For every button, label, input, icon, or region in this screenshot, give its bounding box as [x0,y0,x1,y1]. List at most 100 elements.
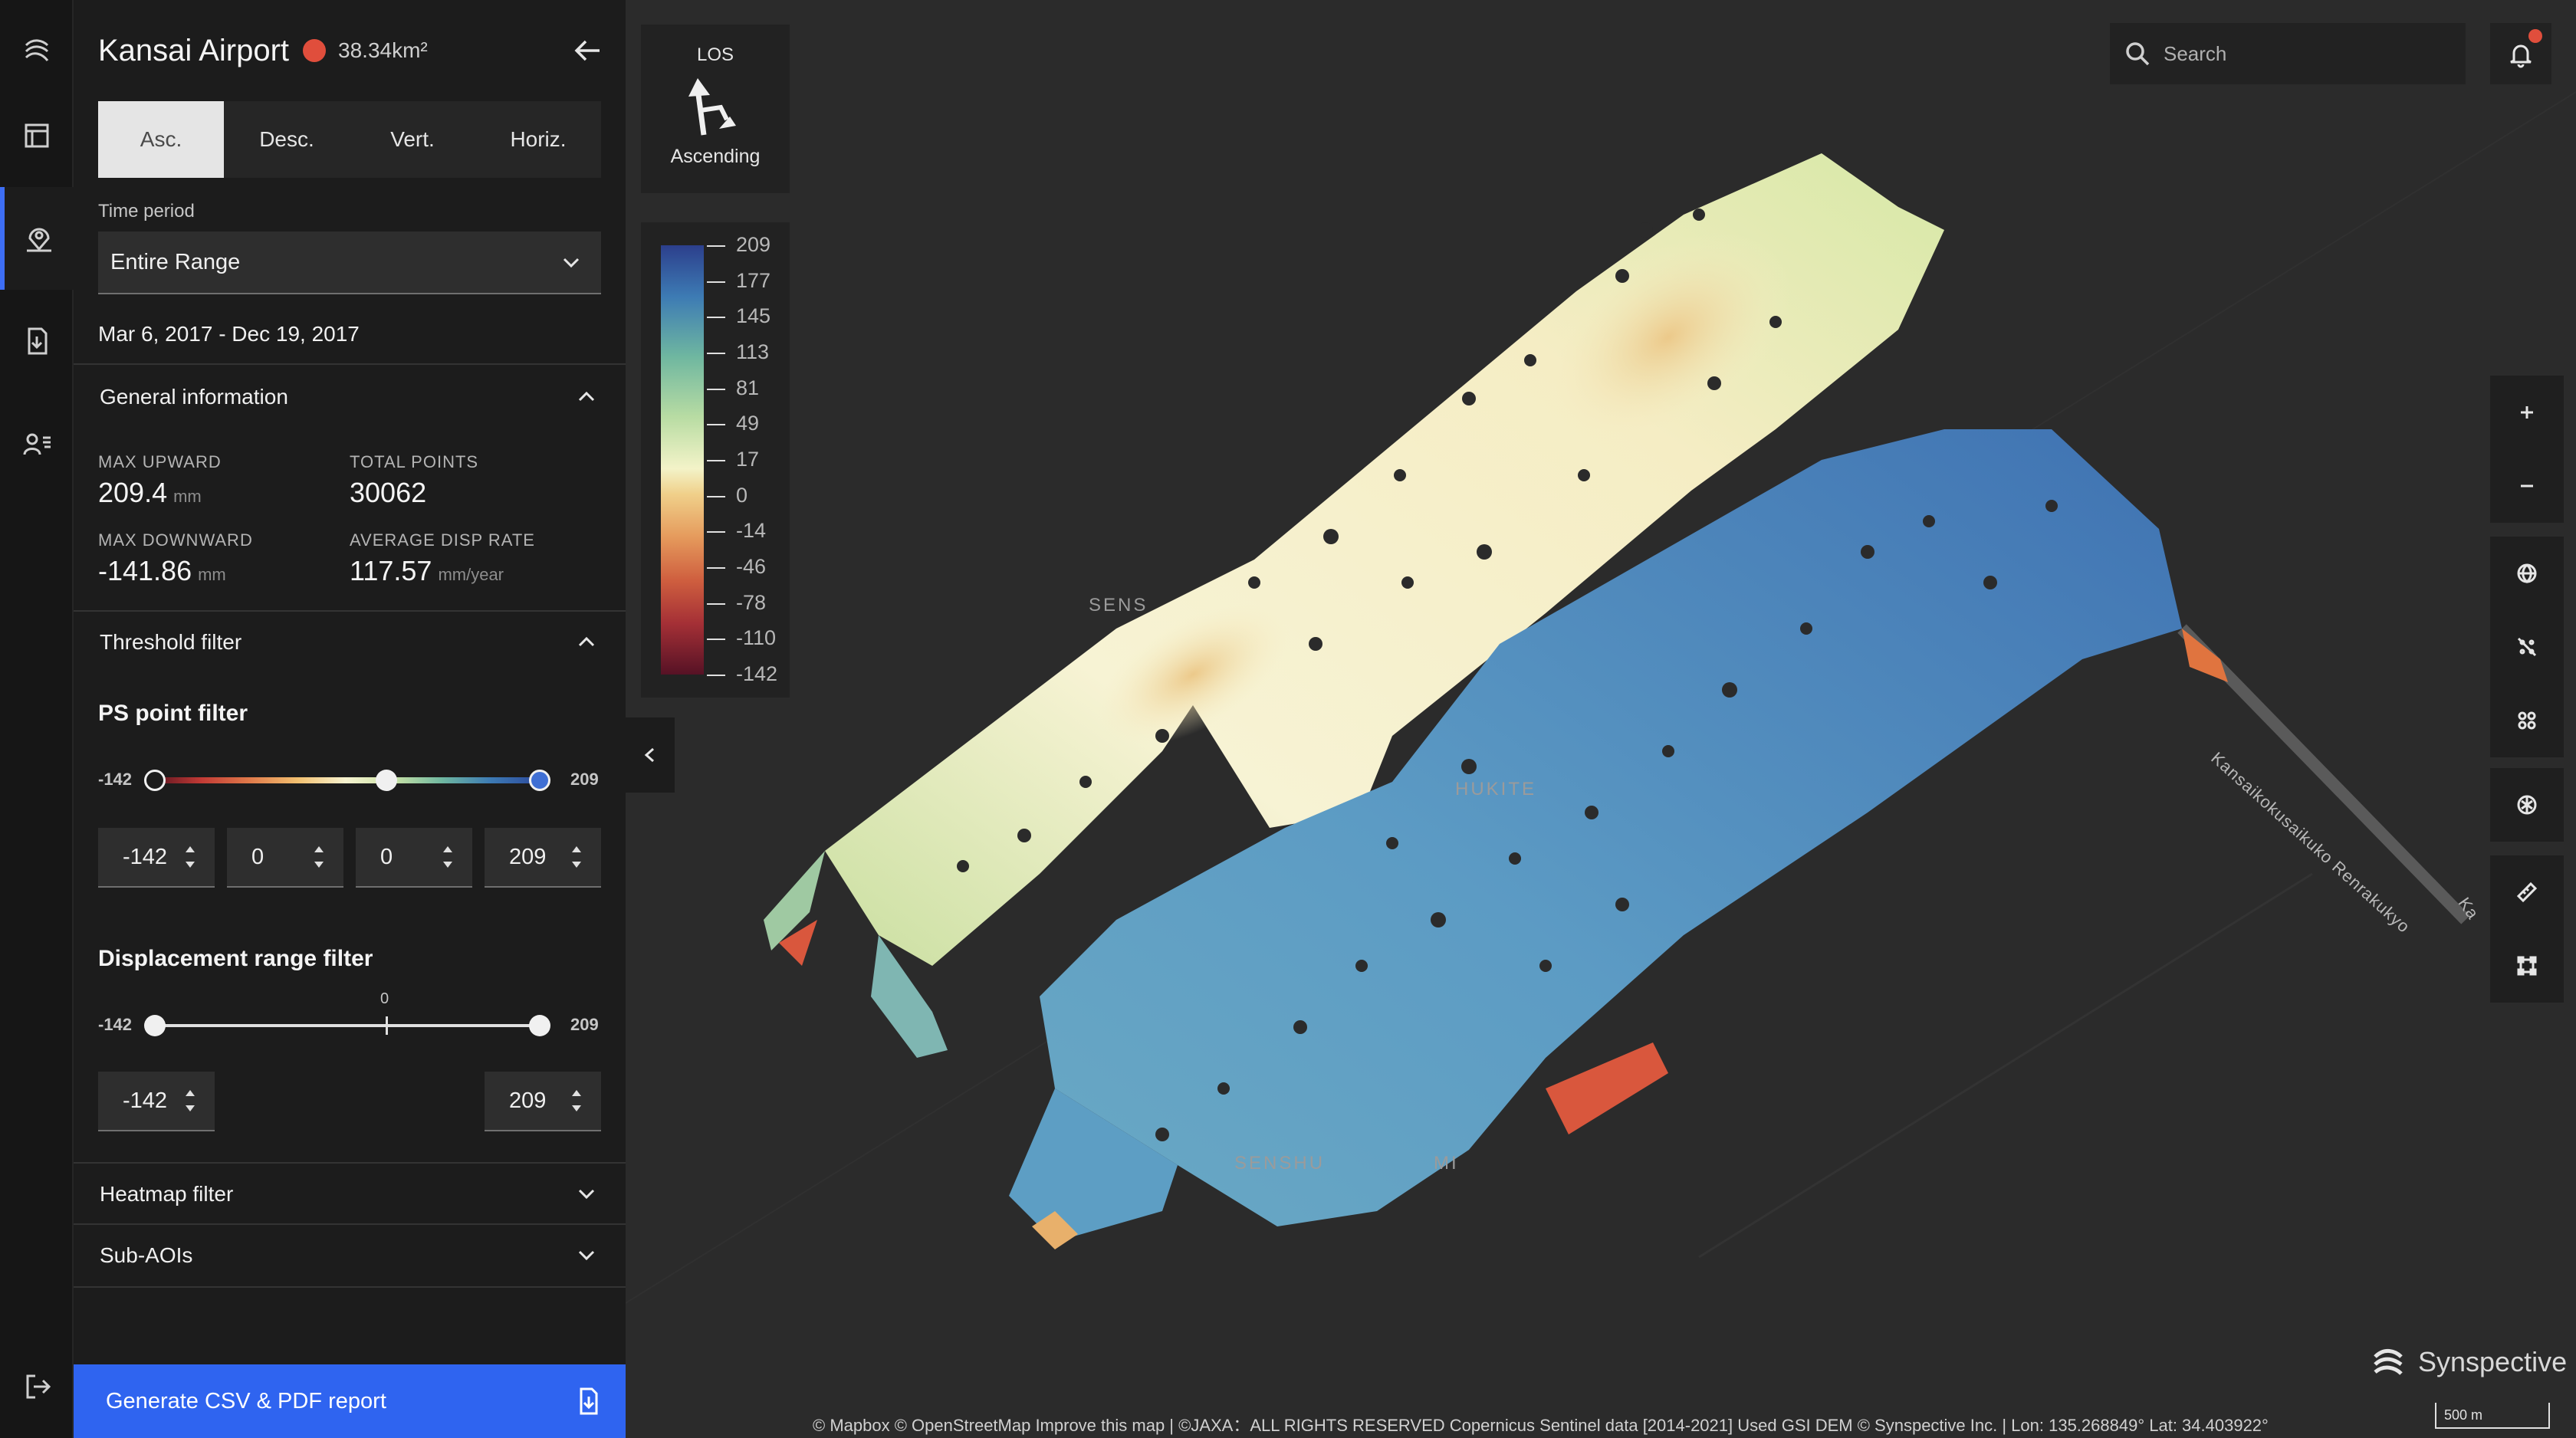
ps-slider-handle-min[interactable] [144,770,166,791]
tab-vert[interactable]: Vert. [350,101,475,178]
color-legend: 209 177 145 113 81 49 17 0 -14 -46 -78 -110 -142 [641,222,790,698]
collapse-panel-button[interactable] [626,717,675,793]
ps-gradient-slider[interactable] [153,777,538,783]
ps-input-high[interactable]: 0 [356,828,472,888]
generate-report-button[interactable]: Generate CSV & PDF report [74,1364,626,1438]
stepper-icon[interactable] [440,840,455,874]
legend-tick-label: 209 [736,233,771,256]
notification-badge [2528,29,2542,43]
stepper-icon[interactable] [569,1084,584,1118]
divider [74,363,626,365]
legend-tick-label: -78 [736,590,767,614]
map-label: MI [1434,1153,1459,1174]
map-road [1698,872,2313,1259]
legend-tick-label: 49 [736,412,760,435]
displacement-input-max[interactable]: 209 [485,1072,601,1131]
legend-tick-mark [707,245,725,247]
stepper-icon[interactable] [182,1084,198,1118]
total-points-value: 30062 [350,477,427,508]
chevron-left-icon [644,747,654,763]
stepper-icon[interactable] [311,840,327,874]
avg-rate-label: AVERAGE DISP RATE [350,530,535,550]
tab-horiz[interactable]: Horiz. [475,101,601,178]
legend-color-bar [661,245,704,675]
cluster-button[interactable] [2490,684,2564,757]
stepper-icon[interactable] [569,840,584,874]
search-input[interactable]: Search [2110,23,2466,84]
basemap-control [2490,768,2564,842]
legend-tick-label: 81 [736,376,760,399]
displacement-zero-tick [386,1016,388,1035]
legend-tick-mark [707,675,725,676]
displacement-slider[interactable] [153,1024,538,1027]
displacement-handle-min[interactable] [144,1015,166,1036]
map-pin-icon[interactable] [0,187,74,290]
ps-input-min[interactable]: -142 [98,828,215,888]
zoom-controls [2490,376,2564,523]
generate-report-label: Generate CSV & PDF report [106,1388,386,1413]
aoi-area: 38.34km² [338,38,428,62]
max-upward-label: MAX UPWARD [98,452,222,471]
dashboard-icon[interactable] [0,84,74,187]
aoi-panel: Kansai Airport 38.34km² Asc. Desc. Vert.… [74,0,626,1438]
ps-input-low[interactable]: 0 [227,828,343,888]
max-downward-label: MAX DOWNWARD [98,530,253,550]
ruler-icon [2516,882,2538,903]
panel-header: Kansai Airport 38.34km² [98,28,604,74]
heatmap-filter-header[interactable]: Heatmap filter [100,1164,598,1225]
measure-button[interactable] [2490,855,2564,929]
hotspot [2182,629,2228,682]
map-attribution[interactable]: © Mapbox © OpenStreetMap Improve this ma… [813,1412,2269,1436]
legend-tick-label: -46 [736,555,767,578]
hide-points-button[interactable] [2490,610,2564,684]
aoi-title: Kansai Airport [98,33,290,67]
legend-tick-mark [707,460,725,461]
tab-desc[interactable]: Desc. [224,101,350,178]
general-info-header[interactable]: General information [100,366,598,428]
map-canvas[interactable]: SE SENS HUKITE SENSHU MI Kansaikokusaiku… [626,0,2576,1438]
ps-input-max[interactable]: 209 [485,828,601,888]
legend-tick-mark [707,639,725,641]
basemap-button[interactable] [2490,768,2564,842]
globe-icon [2517,563,2537,583]
measure-controls [2490,855,2564,1003]
brand-name: Synspective [2418,1346,2568,1377]
legend-tick-label: -110 [736,626,777,650]
heatmap-filter-title: Heatmap filter [100,1182,234,1206]
map-label: SENSHU [1234,1153,1326,1174]
draw-area-button[interactable] [2490,929,2564,1003]
orbit-tabs: Asc. Desc. Vert. Horiz. [98,101,601,178]
los-card: LOS Ascending [641,25,790,193]
aoi-status-dot [303,39,327,62]
stepper-icon[interactable] [182,840,198,874]
displacement-handle-max[interactable] [529,1015,550,1036]
displacement-input-min[interactable]: -142 [98,1072,215,1131]
ps-point-filter-title: PS point filter [98,701,248,726]
logout-icon[interactable] [0,1335,74,1438]
zoom-out-button[interactable] [2490,449,2564,523]
ps-slider-handle-mid[interactable] [376,770,397,791]
legend-tick-mark [707,531,725,534]
threshold-filter-header[interactable]: Threshold filter [100,612,598,673]
globe-button[interactable] [2490,537,2564,610]
ps-slider-handle-max[interactable] [529,770,550,791]
zoom-in-button[interactable] [2490,376,2564,449]
minus-icon [2521,484,2533,488]
displacement-zero-label: 0 [380,990,389,1007]
chevron-down-icon [575,1183,598,1206]
legend-tick-label: 113 [736,340,770,363]
back-arrow-icon[interactable] [570,34,604,67]
legend-tick-label: 0 [736,483,748,507]
displacement-min-label: -142 [98,1015,133,1034]
sub-aois-header[interactable]: Sub-AOIs [100,1225,598,1286]
notifications-button[interactable] [2490,23,2551,84]
user-list-icon[interactable] [0,392,74,495]
total-points-label: TOTAL POINTS [350,452,479,471]
ps-max-label: 209 [570,770,599,789]
legend-tick-mark [707,495,725,497]
tab-asc[interactable]: Asc. [98,101,224,178]
legend-tick-mark [707,317,725,319]
document-download-icon[interactable] [0,290,74,392]
legend-tick-mark [707,602,725,605]
time-period-select[interactable]: Entire Range [98,231,601,294]
